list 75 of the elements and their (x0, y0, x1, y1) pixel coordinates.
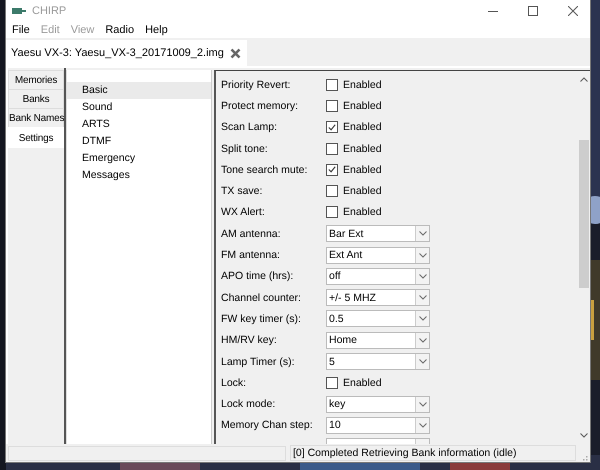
checkbox[interactable] (326, 206, 338, 218)
app-icon (12, 7, 26, 15)
setting-label: Lamp Timer (s): (221, 356, 295, 368)
list-item[interactable]: Sound (67, 99, 211, 116)
checkbox-label: Enabled (343, 121, 382, 134)
chevron-up-icon[interactable] (580, 77, 588, 82)
checkbox[interactable] (326, 100, 338, 112)
setting-label: TX save: (221, 185, 262, 198)
dropdown[interactable]: +/- 5 MHZ (326, 289, 430, 306)
checkbox-label: Enabled (343, 142, 382, 155)
close-icon (568, 6, 578, 16)
checkbox-label: Enabled (343, 206, 382, 218)
window-title: CHIRP (32, 5, 66, 17)
setting-label: HM/RV key: (221, 334, 277, 346)
list-item[interactable]: Emergency (67, 150, 211, 167)
checkbox-label: Enabled (343, 164, 382, 176)
tab-label: Yaesu VX-3: Yaesu_VX-3_20171009_2.img (11, 47, 224, 59)
chevron-down-icon (418, 295, 426, 300)
list-item[interactable]: ARTS (67, 116, 211, 133)
setting-label: Lock mode: (221, 398, 276, 410)
setting-label: Protect memory: (221, 100, 298, 112)
document-tab[interactable]: Yaesu VX-3: Yaesu_VX-3_20171009_2.img (6, 40, 247, 66)
chevron-down-icon (418, 274, 426, 279)
menu-item[interactable]: Help (139, 24, 173, 36)
side-tab[interactable]: Memories (8, 70, 64, 89)
setting-label: WX Alert: (221, 206, 265, 218)
chevron-down-icon (418, 231, 426, 236)
checkbox-label: Enabled (343, 78, 382, 91)
setting-label: AM antenna: (221, 228, 281, 240)
list-item[interactable]: DTMF (67, 133, 211, 150)
chevron-down-icon[interactable] (580, 433, 588, 438)
checkbox[interactable] (326, 121, 338, 134)
menu-item[interactable]: Radio (99, 24, 140, 36)
setting-label: Tone search mute: (221, 164, 308, 176)
chevron-down-icon (418, 338, 426, 343)
setting-label: Memory Chan step: (221, 419, 313, 432)
menu-item[interactable]: File (6, 24, 35, 36)
setting-label: FW key timer (s): (221, 312, 301, 325)
side-tab[interactable]: Settings (8, 127, 64, 148)
setting-label: Lock: (221, 376, 246, 389)
status-message: [0] Completed Retrieving Bank information (idle) (290, 445, 576, 461)
dropdown[interactable]: Ext Ant (326, 246, 430, 264)
chevron-down-icon (418, 359, 426, 364)
setting-label: Priority Revert: (221, 78, 290, 91)
list-item[interactable]: Messages (67, 167, 211, 184)
checkbox-label: Enabled (343, 185, 382, 198)
checkbox[interactable] (326, 78, 338, 91)
chevron-down-icon (418, 402, 426, 407)
setting-label: Split tone: (221, 142, 268, 155)
chevron-down-icon (418, 316, 426, 322)
resize-grip-icon[interactable] (580, 453, 588, 461)
checkbox-label: Enabled (343, 376, 382, 389)
checkbox[interactable] (326, 376, 338, 389)
dropdown[interactable]: key (326, 396, 430, 413)
dropdown[interactable]: 0.5 (326, 310, 430, 328)
chevron-down-icon (418, 252, 426, 258)
side-tab[interactable]: Banks (8, 89, 64, 108)
chevron-down-icon (418, 422, 426, 428)
dropdown[interactable]: Bar Ext (326, 225, 430, 242)
close-icon[interactable] (230, 48, 241, 58)
setting-label: Channel counter: (221, 292, 301, 304)
dropdown[interactable]: 10 (326, 416, 430, 434)
list-item[interactable]: Basic (67, 82, 211, 99)
maximize-icon (528, 6, 538, 16)
checkbox-label: Enabled (343, 100, 382, 112)
dropdown[interactable]: Home (326, 332, 430, 349)
checkbox[interactable] (326, 185, 338, 198)
dropdown[interactable]: 5 (326, 353, 430, 370)
setting-label: APO time (hrs): (221, 270, 294, 282)
setting-label: FM antenna: (221, 249, 280, 262)
checkbox[interactable] (326, 142, 338, 155)
checkbox[interactable] (326, 164, 338, 176)
side-tab[interactable]: Bank Names (8, 108, 64, 127)
setting-label: Scan Lamp: (221, 121, 278, 134)
dropdown[interactable]: off (326, 268, 430, 285)
